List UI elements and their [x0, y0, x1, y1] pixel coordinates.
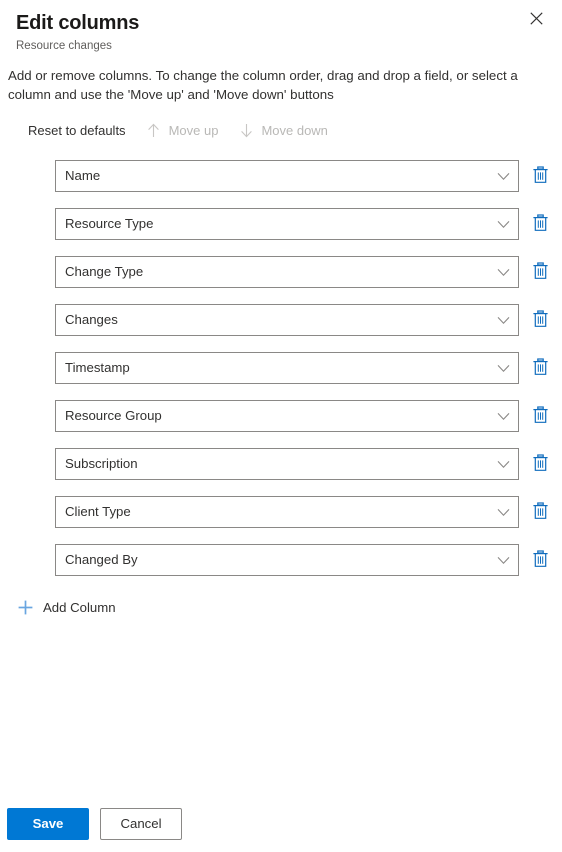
column-dropdown[interactable]: Client Type	[55, 496, 519, 528]
chevron-down-icon	[496, 409, 510, 423]
add-column-label: Add Column	[43, 599, 116, 615]
trash-icon	[532, 501, 549, 523]
column-dropdown[interactable]: Changed By	[55, 544, 519, 576]
column-dropdown[interactable]: Resource Group	[55, 400, 519, 432]
panel-subtitle: Resource changes	[16, 40, 112, 52]
column-row: Timestamp	[55, 352, 562, 384]
column-dropdown-label: Name	[65, 168, 101, 183]
save-button[interactable]: Save	[7, 807, 89, 840]
close-button[interactable]	[522, 6, 550, 34]
delete-column-button[interactable]	[524, 256, 556, 288]
column-row: Subscription	[55, 448, 562, 480]
delete-column-button[interactable]	[524, 160, 556, 192]
column-row: Resource Group	[55, 400, 562, 432]
close-icon	[529, 12, 543, 28]
chevron-down-icon	[496, 553, 510, 567]
delete-column-button[interactable]	[524, 304, 556, 336]
reset-label: Reset to defaults	[28, 122, 126, 138]
chevron-down-icon	[496, 169, 510, 183]
column-row: Change Type	[55, 256, 562, 288]
delete-column-button[interactable]	[524, 544, 556, 576]
column-row: Changes	[55, 304, 562, 336]
reset-to-defaults-button[interactable]: Reset to defaults	[18, 115, 136, 145]
column-row: Name	[55, 160, 562, 192]
panel-header: Edit columns Resource changes	[0, 0, 562, 54]
page-title: Edit columns	[16, 12, 140, 34]
column-dropdown-label: Changes	[65, 312, 118, 327]
trash-icon	[532, 213, 549, 235]
chevron-down-icon	[496, 361, 510, 375]
command-bar: Reset to defaults Move up Move down	[0, 104, 562, 150]
column-dropdown[interactable]: Resource Type	[55, 208, 519, 240]
panel-description: Add or remove columns. To change the col…	[8, 68, 518, 102]
column-dropdown-label: Timestamp	[65, 360, 130, 375]
delete-column-button[interactable]	[524, 448, 556, 480]
column-dropdown[interactable]: Changes	[55, 304, 519, 336]
trash-icon	[532, 261, 549, 283]
column-dropdown-label: Subscription	[65, 456, 138, 471]
column-dropdown-label: Resource Type	[65, 216, 154, 231]
delete-column-button[interactable]	[524, 208, 556, 240]
column-dropdown-label: Client Type	[65, 504, 131, 519]
column-row: Changed By	[55, 544, 562, 576]
chevron-down-icon	[496, 217, 510, 231]
move-up-label: Move up	[168, 122, 219, 138]
add-column-button[interactable]: Add Column	[12, 594, 122, 620]
column-dropdown-label: Resource Group	[65, 408, 162, 423]
arrow-up-icon	[146, 122, 162, 138]
trash-icon	[532, 165, 549, 187]
plus-icon	[16, 598, 34, 616]
panel-footer: Save Cancel	[0, 795, 562, 852]
chevron-down-icon	[496, 265, 510, 279]
trash-icon	[532, 357, 549, 379]
column-dropdown-label: Changed By	[65, 552, 138, 567]
delete-column-button[interactable]	[524, 496, 556, 528]
column-row: Resource Type	[55, 208, 562, 240]
arrow-down-icon	[238, 122, 254, 138]
trash-icon	[532, 309, 549, 331]
move-down-button[interactable]: Move down	[228, 115, 337, 145]
delete-column-button[interactable]	[524, 352, 556, 384]
column-dropdown[interactable]: Subscription	[55, 448, 519, 480]
column-dropdown[interactable]: Timestamp	[55, 352, 519, 384]
column-row: Client Type	[55, 496, 562, 528]
trash-icon	[532, 549, 549, 571]
chevron-down-icon	[496, 505, 510, 519]
chevron-down-icon	[496, 313, 510, 327]
column-dropdown[interactable]: Name	[55, 160, 519, 192]
delete-column-button[interactable]	[524, 400, 556, 432]
columns-list: Name Resource Type Change Type Changes Times…	[0, 160, 562, 576]
move-up-button[interactable]: Move up	[136, 115, 229, 145]
move-down-label: Move down	[261, 122, 328, 138]
trash-icon	[532, 405, 549, 427]
trash-icon	[532, 453, 549, 475]
column-dropdown[interactable]: Change Type	[55, 256, 519, 288]
cancel-button[interactable]: Cancel	[100, 807, 182, 840]
chevron-down-icon	[496, 457, 510, 471]
column-dropdown-label: Change Type	[65, 264, 144, 279]
